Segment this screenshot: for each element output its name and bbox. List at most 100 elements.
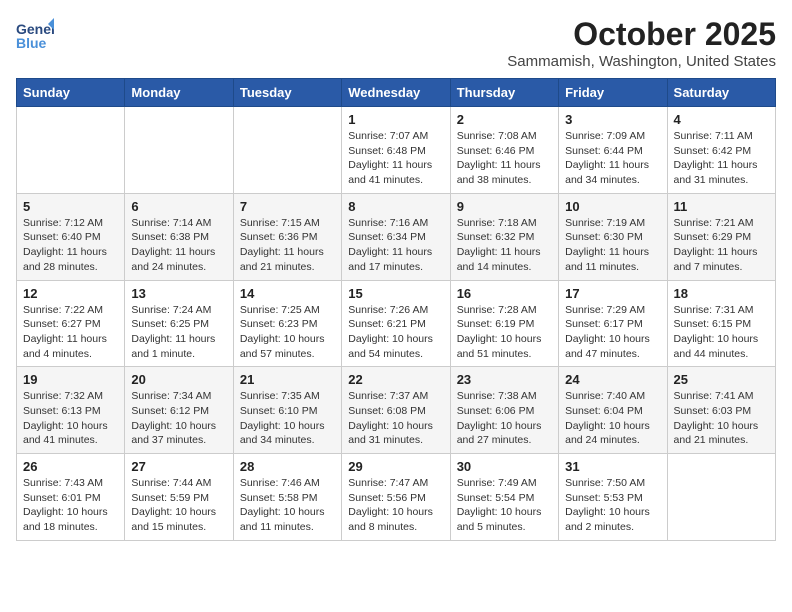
- day-number: 17: [565, 286, 660, 301]
- day-cell-15: 15 Sunrise: 7:26 AM Sunset: 6:21 PM Dayli…: [342, 280, 450, 367]
- day-number: 16: [457, 286, 552, 301]
- title-area: October 2025 Sammamish, Washington, Unit…: [507, 16, 776, 70]
- day-cell-1: 1 Sunrise: 7:07 AM Sunset: 6:48 PM Daylig…: [342, 107, 450, 194]
- svg-text:Blue: Blue: [16, 35, 47, 51]
- empty-cell: [233, 107, 341, 194]
- day-info: Sunrise: 7:35 AM Sunset: 6:10 PM Dayligh…: [240, 389, 335, 448]
- day-info: Sunrise: 7:38 AM Sunset: 6:06 PM Dayligh…: [457, 389, 552, 448]
- day-info: Sunrise: 7:26 AM Sunset: 6:21 PM Dayligh…: [348, 303, 443, 362]
- day-info: Sunrise: 7:18 AM Sunset: 6:32 PM Dayligh…: [457, 216, 552, 275]
- day-number: 11: [674, 199, 769, 214]
- weekday-header-row: SundayMondayTuesdayWednesdayThursdayFrid…: [17, 79, 776, 107]
- day-cell-30: 30 Sunrise: 7:49 AM Sunset: 5:54 PM Dayli…: [450, 454, 558, 541]
- week-row-2: 5Sunrise: 7:12 AM Sunset: 6:40 PM Daylig…: [17, 193, 776, 280]
- day-cell-11: 11Sunrise: 7:21 AM Sunset: 6:29 PM Dayli…: [667, 193, 775, 280]
- day-number: 7: [240, 199, 335, 214]
- day-cell-17: 17 Sunrise: 7:29 AM Sunset: 6:17 PM Dayli…: [559, 280, 667, 367]
- day-number: 2: [457, 112, 552, 127]
- day-number: 23: [457, 372, 552, 387]
- day-number: 20: [131, 372, 226, 387]
- day-cell-22: 22 Sunrise: 7:37 AM Sunset: 6:08 PM Dayli…: [342, 367, 450, 454]
- day-info: Sunrise: 7:19 AM Sunset: 6:30 PM Dayligh…: [565, 216, 660, 275]
- month-title: October 2025: [507, 16, 776, 53]
- day-info: Sunrise: 7:46 AM Sunset: 5:58 PM Dayligh…: [240, 476, 335, 535]
- day-cell-2: 2 Sunrise: 7:08 AM Sunset: 6:46 PM Daylig…: [450, 107, 558, 194]
- day-info: Sunrise: 7:22 AM Sunset: 6:27 PM Dayligh…: [23, 303, 118, 362]
- location-title: Sammamish, Washington, United States: [507, 53, 776, 70]
- day-number: 18: [674, 286, 769, 301]
- day-cell-31: 31Sunrise: 7:50 AM Sunset: 5:53 PM Dayli…: [559, 454, 667, 541]
- day-info: Sunrise: 7:32 AM Sunset: 6:13 PM Dayligh…: [23, 389, 118, 448]
- day-number: 26: [23, 459, 118, 474]
- day-cell-18: 18 Sunrise: 7:31 AM Sunset: 6:15 PM Dayli…: [667, 280, 775, 367]
- day-number: 10: [565, 199, 660, 214]
- day-number: 31: [565, 459, 660, 474]
- day-info: Sunrise: 7:28 AM Sunset: 6:19 PM Dayligh…: [457, 303, 552, 362]
- day-info: Sunrise: 7:08 AM Sunset: 6:46 PM Dayligh…: [457, 129, 552, 188]
- day-cell-29: 29 Sunrise: 7:47 AM Sunset: 5:56 PM Dayli…: [342, 454, 450, 541]
- day-info: Sunrise: 7:15 AM Sunset: 6:36 PM Dayligh…: [240, 216, 335, 275]
- logo-icon: General Blue: [16, 16, 54, 54]
- page-header: General Blue October 2025 Sammamish, Was…: [16, 16, 776, 70]
- day-number: 3: [565, 112, 660, 127]
- day-number: 1: [348, 112, 443, 127]
- day-info: Sunrise: 7:44 AM Sunset: 5:59 PM Dayligh…: [131, 476, 226, 535]
- day-info: Sunrise: 7:40 AM Sunset: 6:04 PM Dayligh…: [565, 389, 660, 448]
- day-number: 9: [457, 199, 552, 214]
- day-info: Sunrise: 7:31 AM Sunset: 6:15 PM Dayligh…: [674, 303, 769, 362]
- weekday-header-friday: Friday: [559, 79, 667, 107]
- day-number: 4: [674, 112, 769, 127]
- day-cell-6: 6Sunrise: 7:14 AM Sunset: 6:38 PM Daylig…: [125, 193, 233, 280]
- weekday-header-monday: Monday: [125, 79, 233, 107]
- day-number: 27: [131, 459, 226, 474]
- day-cell-28: 28Sunrise: 7:46 AM Sunset: 5:58 PM Dayli…: [233, 454, 341, 541]
- day-info: Sunrise: 7:37 AM Sunset: 6:08 PM Dayligh…: [348, 389, 443, 448]
- day-cell-8: 8Sunrise: 7:16 AM Sunset: 6:34 PM Daylig…: [342, 193, 450, 280]
- day-cell-24: 24 Sunrise: 7:40 AM Sunset: 6:04 PM Dayli…: [559, 367, 667, 454]
- day-number: 15: [348, 286, 443, 301]
- empty-cell: [17, 107, 125, 194]
- logo: General Blue: [16, 16, 54, 54]
- empty-cell: [667, 454, 775, 541]
- day-info: Sunrise: 7:09 AM Sunset: 6:44 PM Dayligh…: [565, 129, 660, 188]
- calendar-table: SundayMondayTuesdayWednesdayThursdayFrid…: [16, 78, 776, 541]
- day-info: Sunrise: 7:47 AM Sunset: 5:56 PM Dayligh…: [348, 476, 443, 535]
- day-number: 21: [240, 372, 335, 387]
- day-cell-26: 26Sunrise: 7:43 AM Sunset: 6:01 PM Dayli…: [17, 454, 125, 541]
- weekday-header-sunday: Sunday: [17, 79, 125, 107]
- day-info: Sunrise: 7:07 AM Sunset: 6:48 PM Dayligh…: [348, 129, 443, 188]
- day-info: Sunrise: 7:24 AM Sunset: 6:25 PM Dayligh…: [131, 303, 226, 362]
- week-row-1: 1 Sunrise: 7:07 AM Sunset: 6:48 PM Daylig…: [17, 107, 776, 194]
- weekday-header-tuesday: Tuesday: [233, 79, 341, 107]
- day-cell-3: 3 Sunrise: 7:09 AM Sunset: 6:44 PM Daylig…: [559, 107, 667, 194]
- weekday-header-wednesday: Wednesday: [342, 79, 450, 107]
- day-number: 24: [565, 372, 660, 387]
- week-row-3: 12Sunrise: 7:22 AM Sunset: 6:27 PM Dayli…: [17, 280, 776, 367]
- day-number: 25: [674, 372, 769, 387]
- week-row-4: 19 Sunrise: 7:32 AM Sunset: 6:13 PM Dayli…: [17, 367, 776, 454]
- day-info: Sunrise: 7:11 AM Sunset: 6:42 PM Dayligh…: [674, 129, 769, 188]
- day-cell-20: 20 Sunrise: 7:34 AM Sunset: 6:12 PM Dayli…: [125, 367, 233, 454]
- day-cell-27: 27 Sunrise: 7:44 AM Sunset: 5:59 PM Dayli…: [125, 454, 233, 541]
- day-cell-12: 12Sunrise: 7:22 AM Sunset: 6:27 PM Dayli…: [17, 280, 125, 367]
- day-cell-13: 13Sunrise: 7:24 AM Sunset: 6:25 PM Dayli…: [125, 280, 233, 367]
- day-number: 22: [348, 372, 443, 387]
- day-info: Sunrise: 7:25 AM Sunset: 6:23 PM Dayligh…: [240, 303, 335, 362]
- day-number: 29: [348, 459, 443, 474]
- day-number: 30: [457, 459, 552, 474]
- day-cell-4: 4 Sunrise: 7:11 AM Sunset: 6:42 PM Daylig…: [667, 107, 775, 194]
- empty-cell: [125, 107, 233, 194]
- day-cell-25: 25 Sunrise: 7:41 AM Sunset: 6:03 PM Dayli…: [667, 367, 775, 454]
- day-info: Sunrise: 7:29 AM Sunset: 6:17 PM Dayligh…: [565, 303, 660, 362]
- day-number: 8: [348, 199, 443, 214]
- day-info: Sunrise: 7:41 AM Sunset: 6:03 PM Dayligh…: [674, 389, 769, 448]
- day-cell-7: 7 Sunrise: 7:15 AM Sunset: 6:36 PM Daylig…: [233, 193, 341, 280]
- weekday-header-thursday: Thursday: [450, 79, 558, 107]
- day-info: Sunrise: 7:34 AM Sunset: 6:12 PM Dayligh…: [131, 389, 226, 448]
- day-cell-23: 23 Sunrise: 7:38 AM Sunset: 6:06 PM Dayli…: [450, 367, 558, 454]
- day-number: 14: [240, 286, 335, 301]
- day-cell-10: 10 Sunrise: 7:19 AM Sunset: 6:30 PM Dayli…: [559, 193, 667, 280]
- day-info: Sunrise: 7:49 AM Sunset: 5:54 PM Dayligh…: [457, 476, 552, 535]
- day-number: 19: [23, 372, 118, 387]
- day-cell-14: 14 Sunrise: 7:25 AM Sunset: 6:23 PM Dayli…: [233, 280, 341, 367]
